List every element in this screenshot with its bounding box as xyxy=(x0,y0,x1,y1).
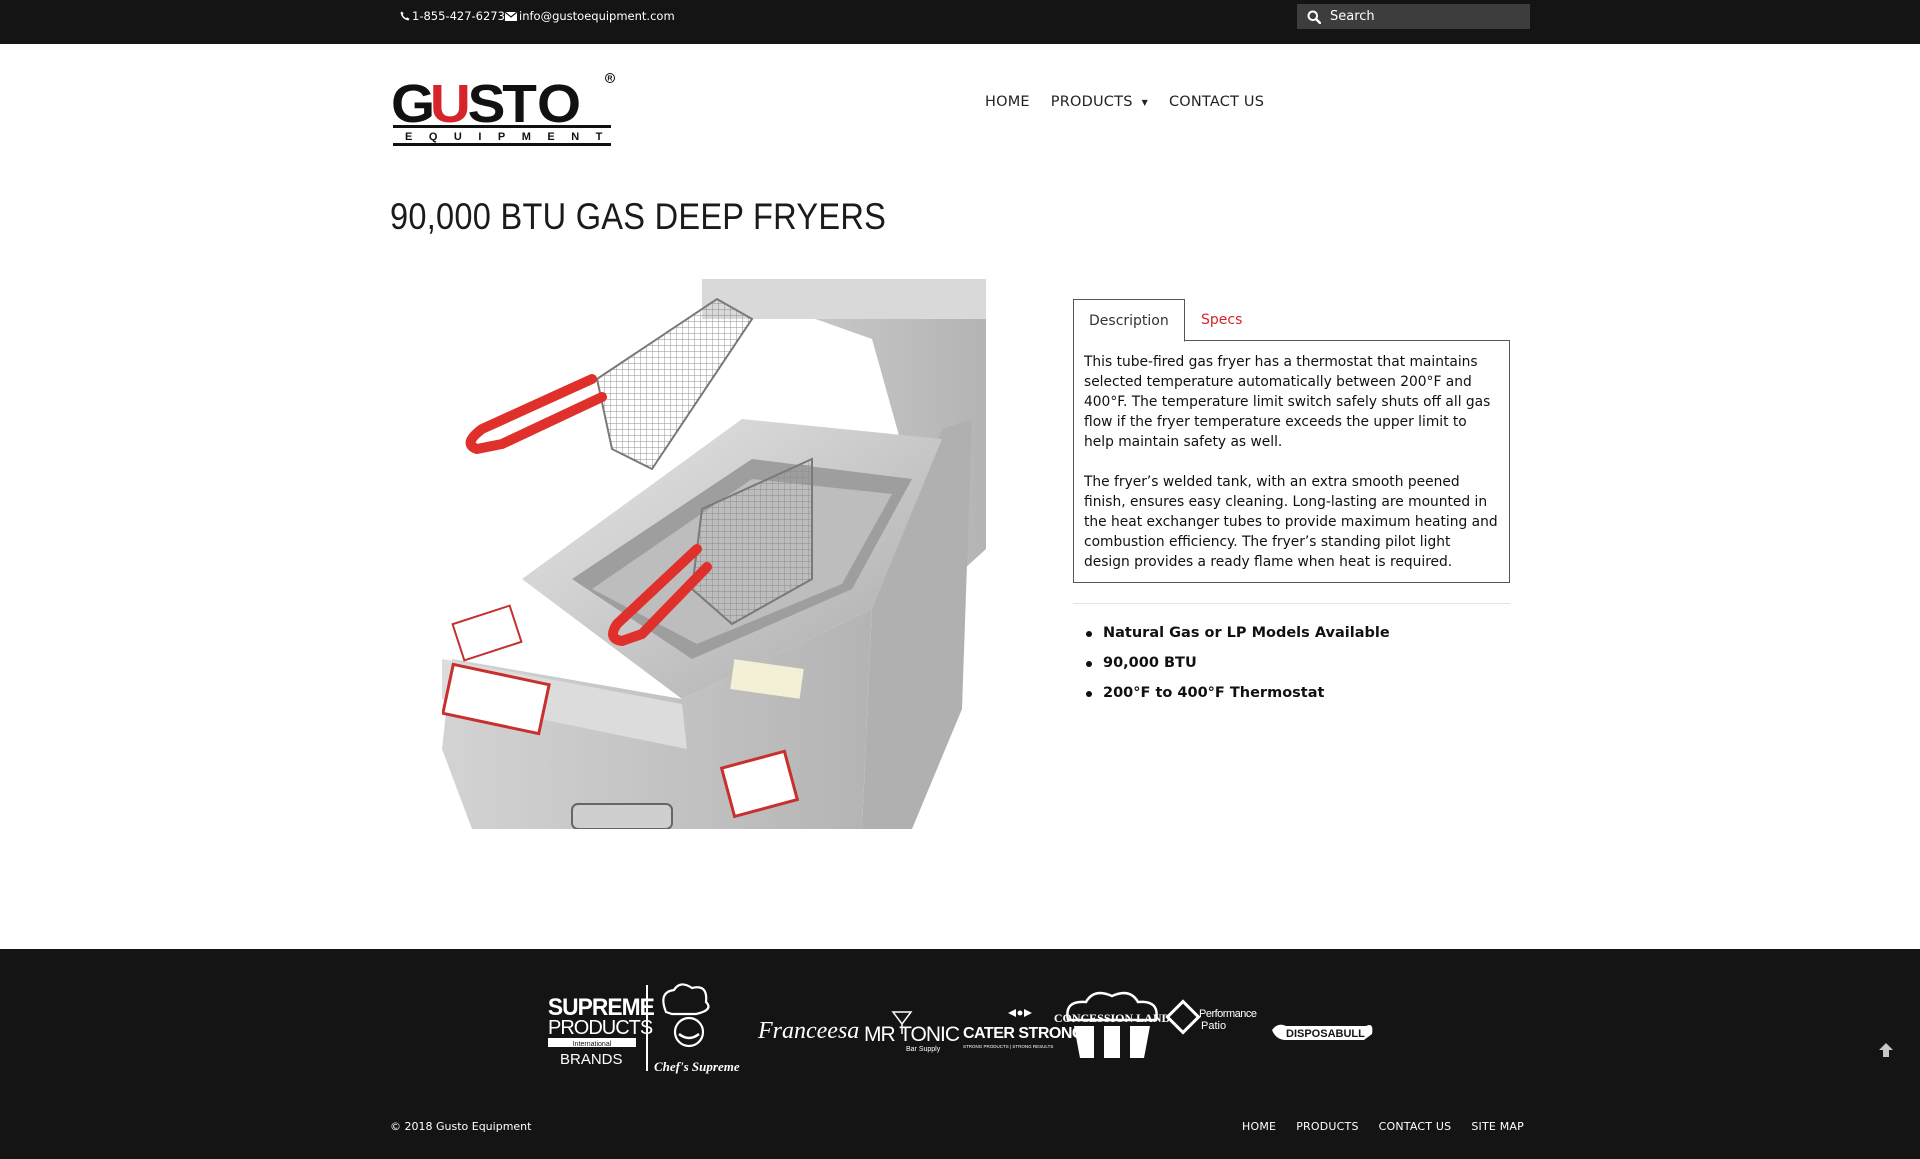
phone-number: 1-855-427-6273 xyxy=(412,9,505,23)
svg-text:Chef's Supreme: Chef's Supreme xyxy=(654,1059,740,1074)
gusto-logo[interactable]: G U S T O EQUIPMENT R xyxy=(391,70,617,148)
performance-patio-logo[interactable]: Performance Patio xyxy=(1165,999,1257,1035)
svg-text:S: S xyxy=(468,73,504,133)
nav-home[interactable]: HOME xyxy=(985,94,1030,110)
search-input[interactable] xyxy=(1330,9,1510,24)
tab-specs[interactable]: Specs xyxy=(1186,299,1257,341)
svg-text:BRANDS: BRANDS xyxy=(560,1051,623,1068)
phone-icon xyxy=(400,11,410,21)
nav-products[interactable]: PRODUCTS ▼ xyxy=(1051,94,1148,110)
franceesa-logo[interactable]: Franceesa xyxy=(757,1018,859,1044)
svg-text:G: G xyxy=(391,73,433,133)
disposabull-logo[interactable]: DISPOSABULL xyxy=(1272,1024,1373,1040)
feature-item: 200°F to 400°F Thermostat xyxy=(1085,683,1390,713)
envelope-icon xyxy=(505,11,517,21)
brand-logos: SUPREME PRODUCTS International BRANDS Ch… xyxy=(546,982,1376,1081)
svg-text:Performance: Performance xyxy=(1199,1008,1257,1020)
svg-text:R: R xyxy=(607,76,612,83)
phone-link[interactable]: 1-855-427-6273 xyxy=(400,9,505,23)
svg-text:CATER STRONG: CATER STRONG xyxy=(963,1025,1084,1042)
product-tabs: Description Specs xyxy=(1073,299,1510,342)
email-address: info@gustoequipment.com xyxy=(519,9,675,23)
top-bar: 1-855-427-6273 info@gustoequipment.com xyxy=(0,0,1920,44)
svg-text:T: T xyxy=(502,73,537,133)
product-image[interactable] xyxy=(441,279,987,830)
tab-description[interactable]: Description xyxy=(1073,299,1185,342)
nav-contact-us[interactable]: CONTACT US xyxy=(1169,94,1264,110)
caret-down-icon: ▼ xyxy=(1141,97,1148,107)
svg-text:Bar Supply: Bar Supply xyxy=(906,1046,941,1053)
svg-text:International: International xyxy=(573,1041,612,1048)
svg-text:Franceesa: Franceesa xyxy=(757,1018,859,1044)
footer-link-home[interactable]: HOME xyxy=(1242,1120,1276,1133)
feature-item: Natural Gas or LP Models Available xyxy=(1085,623,1390,653)
svg-text:DISPOSABULL: DISPOSABULL xyxy=(1286,1028,1365,1040)
mr-tonic-logo[interactable]: MR TONIC Bar Supply xyxy=(864,1011,961,1053)
footer-link-contact-us[interactable]: CONTACT US xyxy=(1379,1120,1452,1133)
description-panel: This tube-fired gas fryer has a thermost… xyxy=(1073,341,1510,583)
supreme-products-logo[interactable]: SUPREME PRODUCTS International BRANDS xyxy=(548,985,655,1071)
feature-item: 90,000 BTU xyxy=(1085,653,1390,683)
arrow-up-icon[interactable] xyxy=(1878,1042,1894,1058)
main-nav: HOME PRODUCTS ▼ CONTACT US xyxy=(985,94,1285,110)
copyright: © 2018 Gusto Equipment xyxy=(390,1120,532,1133)
footer-nav: HOME PRODUCTS CONTACT US SITE MAP xyxy=(1242,1120,1524,1133)
search-box[interactable] xyxy=(1297,4,1530,29)
feature-list: Natural Gas or LP Models Available 90,00… xyxy=(1085,623,1390,713)
svg-text:EQUIPMENT: EQUIPMENT xyxy=(405,131,617,143)
chefs-supreme-logo[interactable]: Chef's Supreme xyxy=(654,983,740,1074)
svg-text:PRODUCTS: PRODUCTS xyxy=(548,1017,653,1039)
search-icon[interactable] xyxy=(1307,10,1321,24)
svg-text:STRONG PRODUCTS | STRONG RESUL: STRONG PRODUCTS | STRONG RESULTS xyxy=(963,1044,1053,1049)
divider xyxy=(1073,603,1510,604)
description-paragraph: The fryer’s welded tank, with an extra s… xyxy=(1084,474,1498,570)
svg-text:Patio: Patio xyxy=(1201,1020,1226,1032)
svg-text:MR TONIC: MR TONIC xyxy=(864,1023,960,1046)
svg-text:CONCESSION LAND: CONCESSION LAND xyxy=(1054,1011,1171,1025)
description-paragraph: This tube-fired gas fryer has a thermost… xyxy=(1084,354,1491,450)
svg-text:O: O xyxy=(537,73,579,133)
footer-link-products[interactable]: PRODUCTS xyxy=(1296,1120,1358,1133)
svg-text:U: U xyxy=(430,73,469,133)
footer-link-site-map[interactable]: SITE MAP xyxy=(1471,1120,1524,1133)
page-title: 90,000 BTU GAS DEEP FRYERS xyxy=(390,196,887,237)
email-link[interactable]: info@gustoequipment.com xyxy=(505,9,675,23)
